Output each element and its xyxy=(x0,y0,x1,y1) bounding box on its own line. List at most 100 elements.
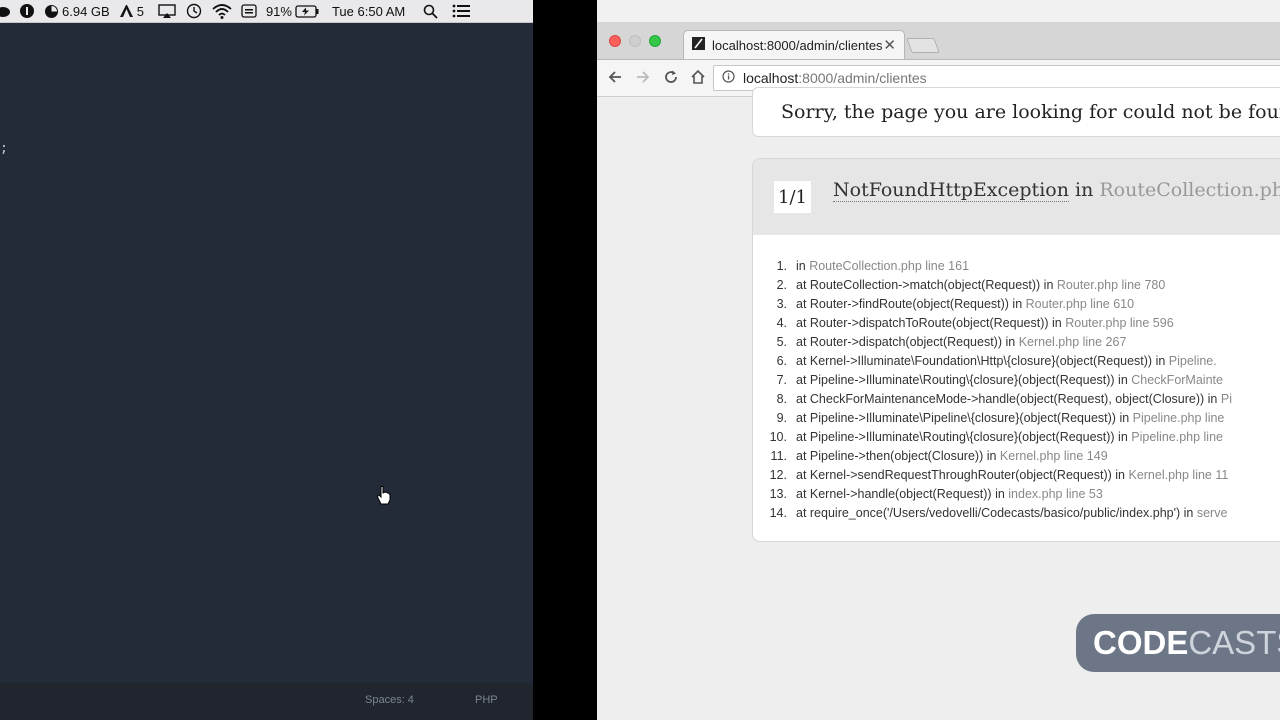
trace-item: 9. at Pipeline->Illuminate\Pipeline\{clos… xyxy=(753,409,1232,428)
logo-part-code: CODE xyxy=(1093,624,1189,661)
trace-call: at Router->dispatchToRoute(object(Reques… xyxy=(796,316,1066,330)
info-icon[interactable] xyxy=(19,3,35,19)
laravel-favicon-icon xyxy=(692,37,705,53)
spotlight-icon[interactable] xyxy=(423,4,438,19)
exception-counter: 1/1 xyxy=(774,181,811,213)
error-message-box: Sorry, the page you are looking for coul… xyxy=(752,87,1280,137)
trace-call: at Pipeline->Illuminate\Routing\{closure… xyxy=(796,373,1132,387)
trace-call: at Router->dispatch(object(Request)) in xyxy=(796,335,1019,349)
new-tab-button[interactable] xyxy=(906,38,940,53)
trace-item: 13. at Kernel->handle(object(Request)) in… xyxy=(753,485,1232,504)
trace-call: at Kernel->handle(object(Request)) in xyxy=(796,487,1009,501)
trace-call: in xyxy=(796,259,810,273)
clock[interactable]: Tue 6:50 AM xyxy=(332,4,405,19)
exception-in: in xyxy=(1075,179,1094,201)
exception-title: NotFoundHttpException in RouteCollection… xyxy=(833,179,1280,202)
tab-active[interactable]: localhost:8000/admin/clientes ✕ xyxy=(683,30,905,59)
trace-item: 8. at CheckForMaintenanceMode->handle(obj… xyxy=(753,390,1232,409)
battery-icon xyxy=(292,4,320,18)
logo-part-casts: CASTS xyxy=(1188,624,1280,661)
trace-file: serve xyxy=(1196,506,1228,520)
trace-number: 7. xyxy=(776,373,787,387)
trace-call: at RouteCollection->match(object(Request… xyxy=(796,278,1057,292)
url-path: :8000/admin/clientes xyxy=(798,70,927,86)
back-arrow-icon[interactable] xyxy=(607,69,623,90)
trace-item: 3. at Router->findRoute(object(Request)) … xyxy=(753,295,1232,314)
indentation-setting[interactable]: Spaces: 4 xyxy=(365,694,414,706)
home-icon[interactable] xyxy=(690,69,706,90)
language-mode[interactable]: PHP xyxy=(475,694,498,706)
trace-file: Router.php line 780 xyxy=(1056,278,1166,292)
trace-file: Kernel.php line 267 xyxy=(1018,335,1127,349)
trace-number: 12. xyxy=(769,468,787,482)
trace-call: at Router->findRoute(object(Request)) in xyxy=(796,297,1026,311)
exception-block: 1/1 NotFoundHttpException in RouteCollec… xyxy=(752,158,1280,542)
trace-item: 2. at RouteCollection->match(object(Reque… xyxy=(753,276,1232,295)
adobe-icon xyxy=(119,4,137,18)
trace-call: at Pipeline->then(object(Closure)) in xyxy=(796,449,1000,463)
trace-file: Router.php line 610 xyxy=(1025,297,1135,311)
trace-item: 5. at Router->dispatch(object(Request)) i… xyxy=(753,333,1232,352)
logo-text: CODECASTS xyxy=(1093,624,1280,662)
trace-number: 6. xyxy=(776,354,787,368)
trace-number: 8. xyxy=(776,392,787,406)
site-info-icon[interactable] xyxy=(722,70,735,86)
keyboard-icon[interactable] xyxy=(241,4,257,18)
airplay-icon[interactable] xyxy=(158,4,176,18)
tab-title: localhost:8000/admin/clientes xyxy=(712,37,883,53)
memory-label: 6.94 GB xyxy=(62,3,110,19)
memory-icon xyxy=(44,4,62,19)
reload-icon[interactable] xyxy=(663,69,679,90)
trace-number: 1. xyxy=(776,259,787,273)
trace-number: 4. xyxy=(776,316,787,330)
trace-item: 14. at require_once('/Users/vedovelli/Cod… xyxy=(753,504,1232,523)
trace-call: at CheckForMaintenanceMode->handle(objec… xyxy=(796,392,1221,406)
tab-strip: localhost:8000/admin/clientes ✕ xyxy=(597,22,1280,60)
adobe-menu[interactable]: 5 xyxy=(119,4,144,19)
trace-file: RouteCollection.php line 161 xyxy=(809,259,970,273)
exception-class: NotFoundHttpException xyxy=(833,179,1069,202)
codecasts-logo: CODECASTS xyxy=(1076,614,1280,672)
trace-number: 10. xyxy=(769,430,787,444)
trace-call: at require_once('/Users/vedovelli/Codeca… xyxy=(796,506,1197,520)
trace-file: index.php line 53 xyxy=(1008,487,1103,501)
trace-number: 5. xyxy=(776,335,787,349)
trace-call: at Kernel->sendRequestThroughRouter(obje… xyxy=(796,468,1129,482)
trace-file: Kernel.php line 11 xyxy=(1128,468,1229,482)
trace-item: 7. at Pipeline->Illuminate\Routing\{closu… xyxy=(753,371,1232,390)
trace-call: at Kernel->Illuminate\Foundation\Http\{c… xyxy=(796,354,1169,368)
zoom-window-button[interactable] xyxy=(649,35,661,47)
trace-item: 12. at Kernel->sendRequestThroughRouter(o… xyxy=(753,466,1232,485)
forward-arrow-icon[interactable] xyxy=(635,69,651,90)
trace-item: 11. at Pipeline->then(object(Closure)) in… xyxy=(753,447,1232,466)
trace-file: Pipeline.php line xyxy=(1131,430,1223,444)
trace-item: 10. at Pipeline->Illuminate\Routing\{clos… xyxy=(753,428,1232,447)
trace-number: 11. xyxy=(770,449,787,463)
hand-cursor-icon xyxy=(376,485,392,510)
battery-label: 91% xyxy=(265,3,292,19)
trace-item: 1. in RouteCollection.php line 161 xyxy=(753,257,1232,276)
trace-file: Kernel.php line 149 xyxy=(999,449,1108,463)
url-host: localhost xyxy=(743,70,799,86)
close-tab-icon[interactable]: ✕ xyxy=(883,36,896,54)
wifi-icon[interactable] xyxy=(212,3,232,19)
trace-number: 9. xyxy=(776,411,787,425)
error-message: Sorry, the page you are looking for coul… xyxy=(781,101,1280,123)
code-editor[interactable]: ; xyxy=(0,23,533,683)
close-window-button[interactable] xyxy=(609,35,621,47)
page-viewport: Sorry, the page you are looking for coul… xyxy=(597,87,1280,720)
stack-trace: 1. in RouteCollection.php line 161 2. at Ro… xyxy=(753,257,1232,523)
trace-file: Pipeline.php line xyxy=(1132,411,1225,425)
minimize-window-button[interactable] xyxy=(629,35,641,47)
editor-status-bar: Spaces: 4 PHP xyxy=(0,683,533,720)
creative-cloud-icon[interactable] xyxy=(0,5,10,17)
time-machine-icon[interactable] xyxy=(185,3,203,19)
battery-menu[interactable]: 91% xyxy=(266,4,320,19)
memory-menu[interactable]: 6.94 GB xyxy=(44,4,110,19)
adobe-count: 5 xyxy=(136,3,144,19)
exception-header: 1/1 NotFoundHttpException in RouteCollec… xyxy=(753,159,1280,235)
notification-center-icon[interactable] xyxy=(452,4,471,18)
trace-item: 6. at Kernel->Illuminate\Foundation\Http\… xyxy=(753,352,1232,371)
trace-number: 13. xyxy=(769,487,787,501)
trace-file: Pi xyxy=(1220,392,1232,406)
